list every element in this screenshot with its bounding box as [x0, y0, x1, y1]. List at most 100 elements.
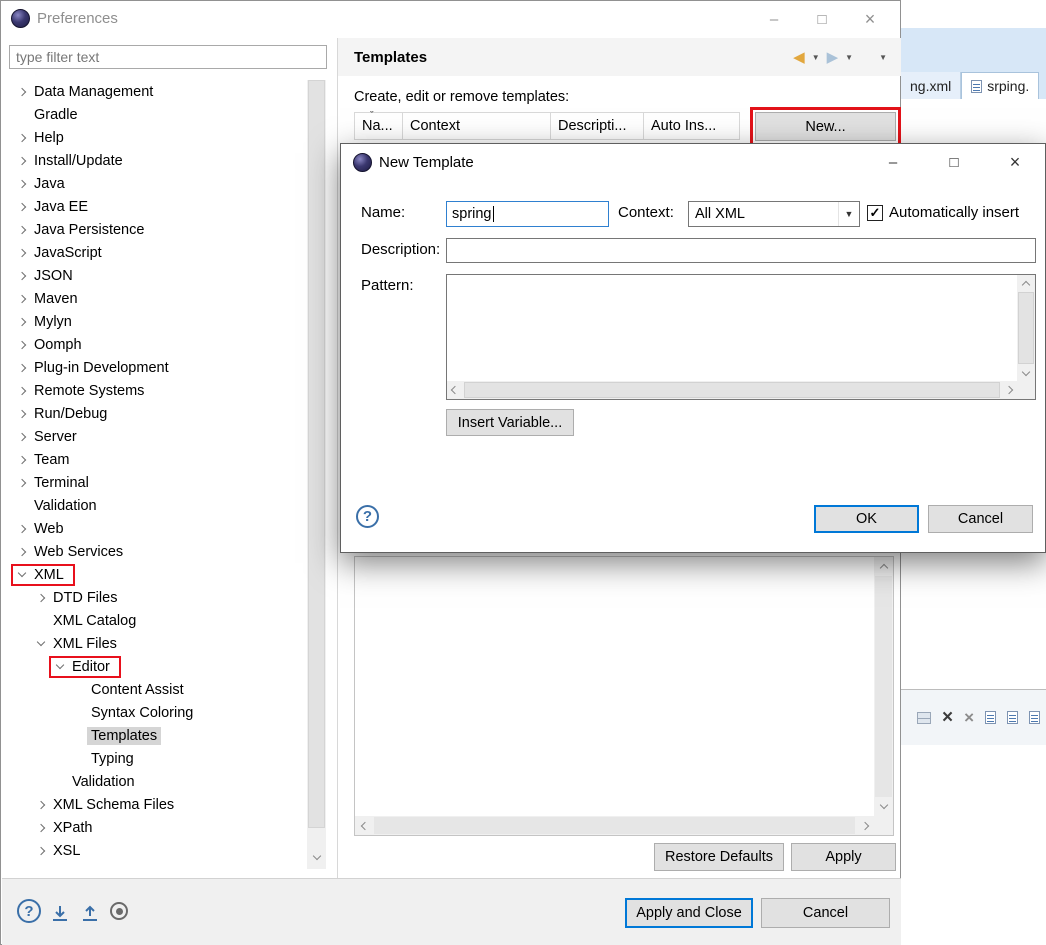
- cancel-button[interactable]: Cancel: [761, 898, 890, 928]
- tree-item-install-update[interactable]: Install/Update: [3, 149, 305, 172]
- doc-icon-2[interactable]: [1029, 711, 1041, 724]
- column-header-context[interactable]: Context: [403, 113, 551, 139]
- tree-item-java-persistence[interactable]: Java Persistence: [3, 218, 305, 241]
- chevron-right-icon[interactable]: [13, 524, 30, 533]
- tree-item-label[interactable]: Java: [30, 175, 69, 193]
- tree-item-java[interactable]: Java: [3, 172, 305, 195]
- preview-vertical-scrollbar[interactable]: [874, 557, 893, 816]
- back-icon[interactable]: ◀: [793, 48, 805, 66]
- chevron-right-icon[interactable]: [13, 294, 30, 303]
- help-icon[interactable]: ?: [17, 899, 41, 923]
- forward-icon[interactable]: ▶: [827, 48, 839, 66]
- tree-item-javascript[interactable]: JavaScript: [3, 241, 305, 264]
- tree-item-plug-in-development[interactable]: Plug-in Development: [3, 356, 305, 379]
- tree-item-label[interactable]: Typing: [87, 750, 138, 768]
- tree-item-label[interactable]: Data Management: [30, 83, 157, 101]
- preview-horizontal-scrollbar[interactable]: [355, 816, 874, 835]
- tree-item-java-ee[interactable]: Java EE: [3, 195, 305, 218]
- chevron-right-icon[interactable]: [13, 133, 30, 142]
- maximize-button[interactable]: □: [932, 144, 976, 180]
- tree-item-label[interactable]: XML Catalog: [49, 612, 140, 630]
- forward-menu-icon[interactable]: ▼: [845, 53, 853, 62]
- tree-item-dtd-files[interactable]: DTD Files: [3, 586, 305, 609]
- new-doc-icon[interactable]: [985, 711, 997, 724]
- tree-item-server[interactable]: Server: [3, 425, 305, 448]
- tree-item-run-debug[interactable]: Run/Debug: [3, 402, 305, 425]
- tree-item-xml-catalog[interactable]: XML Catalog: [3, 609, 305, 632]
- chevron-right-icon[interactable]: [13, 409, 30, 418]
- chevron-right-icon[interactable]: [13, 363, 30, 372]
- tree-item-label[interactable]: XML: [30, 566, 68, 584]
- close-button[interactable]: ×: [848, 1, 892, 37]
- tree-item-label[interactable]: XML Files: [49, 635, 121, 653]
- scrollbar-down-arrow-icon[interactable]: [307, 848, 326, 867]
- chevron-right-icon[interactable]: [32, 846, 49, 855]
- export-preferences-icon[interactable]: [50, 905, 70, 927]
- minimize-button[interactable]: –: [752, 1, 796, 37]
- scrollbar-up-arrow-icon[interactable]: [874, 557, 893, 576]
- scrollbar-left-arrow-icon[interactable]: [355, 816, 374, 835]
- chevron-right-icon[interactable]: [13, 225, 30, 234]
- tree-item-validation[interactable]: Validation: [3, 494, 305, 517]
- name-input[interactable]: spring: [446, 201, 609, 227]
- chevron-right-icon[interactable]: [13, 478, 30, 487]
- tree-item-xpath[interactable]: XPath: [3, 816, 305, 839]
- chevron-right-icon[interactable]: [32, 593, 49, 602]
- chevron-right-icon[interactable]: [13, 547, 30, 556]
- doc-icon[interactable]: [1007, 711, 1019, 724]
- editor-tab-ng-xml[interactable]: ng.xml: [901, 72, 962, 99]
- tree-item-label[interactable]: Mylyn: [30, 313, 76, 331]
- tree-item-label[interactable]: Oomph: [30, 336, 86, 354]
- restore-defaults-button[interactable]: Restore Defaults: [654, 843, 784, 871]
- chevron-right-icon[interactable]: [13, 179, 30, 188]
- tree-item-label[interactable]: DTD Files: [49, 589, 121, 607]
- tree-item-oomph[interactable]: Oomph: [3, 333, 305, 356]
- tree-item-label[interactable]: Maven: [30, 290, 82, 308]
- chevron-right-icon[interactable]: [13, 340, 30, 349]
- context-dropdown[interactable]: All XML ▼: [688, 201, 860, 227]
- pattern-textarea[interactable]: [446, 274, 1036, 400]
- tree-item-xml[interactable]: XML: [3, 563, 305, 586]
- pattern-horizontal-scrollbar[interactable]: [447, 381, 1017, 399]
- description-input[interactable]: [446, 238, 1036, 263]
- tree-item-label[interactable]: Help: [30, 129, 68, 147]
- tree-item-label[interactable]: Install/Update: [30, 152, 127, 170]
- tree-item-syntax-coloring[interactable]: Syntax Coloring: [3, 701, 305, 724]
- tree-item-terminal[interactable]: Terminal: [3, 471, 305, 494]
- tree-item-label[interactable]: Web: [30, 520, 68, 538]
- tree-item-web-services[interactable]: Web Services: [3, 540, 305, 563]
- chevron-right-icon[interactable]: [13, 455, 30, 464]
- chevron-right-icon[interactable]: [32, 823, 49, 832]
- chevron-right-icon[interactable]: [13, 271, 30, 280]
- tree-item-typing[interactable]: Typing: [3, 747, 305, 770]
- auto-insert-checkbox[interactable]: ✓: [867, 205, 883, 221]
- minimize-button[interactable]: –: [871, 144, 915, 180]
- close-button[interactable]: ×: [993, 144, 1037, 180]
- chevron-right-icon[interactable]: [32, 800, 49, 809]
- tree-item-remote-systems[interactable]: Remote Systems: [3, 379, 305, 402]
- chevron-right-icon[interactable]: [13, 248, 30, 257]
- tree-item-label[interactable]: Content Assist: [87, 681, 188, 699]
- tree-item-label[interactable]: Plug-in Development: [30, 359, 173, 377]
- pattern-vertical-scrollbar[interactable]: [1017, 275, 1035, 399]
- chevron-down-icon[interactable]: [13, 568, 30, 578]
- scrollbar-left-arrow-icon[interactable]: [447, 381, 463, 399]
- view-menu-icon[interactable]: ▼: [879, 53, 887, 62]
- scrollbar-down-arrow-icon[interactable]: [1017, 365, 1035, 381]
- tree-item-json[interactable]: JSON: [3, 264, 305, 287]
- chevron-right-icon[interactable]: [13, 87, 30, 96]
- tree-scrollbar[interactable]: [307, 80, 326, 869]
- cancel-button[interactable]: Cancel: [928, 505, 1033, 533]
- insert-variable-button[interactable]: Insert Variable...: [446, 409, 574, 436]
- tree-item-maven[interactable]: Maven: [3, 287, 305, 310]
- tree-item-label[interactable]: Templates: [87, 726, 162, 745]
- tree-item-label[interactable]: Editor: [68, 658, 114, 676]
- scrollbar-thumb[interactable]: [464, 382, 1000, 398]
- filter-input[interactable]: [9, 45, 327, 69]
- tree-item-xsl[interactable]: XSL: [3, 839, 305, 862]
- scrollbar-thumb[interactable]: [1018, 292, 1034, 364]
- record-icon[interactable]: [110, 902, 128, 920]
- tree-item-label[interactable]: JavaScript: [30, 244, 106, 262]
- chevron-down-icon[interactable]: [32, 637, 49, 647]
- tree-item-label[interactable]: XPath: [49, 819, 97, 837]
